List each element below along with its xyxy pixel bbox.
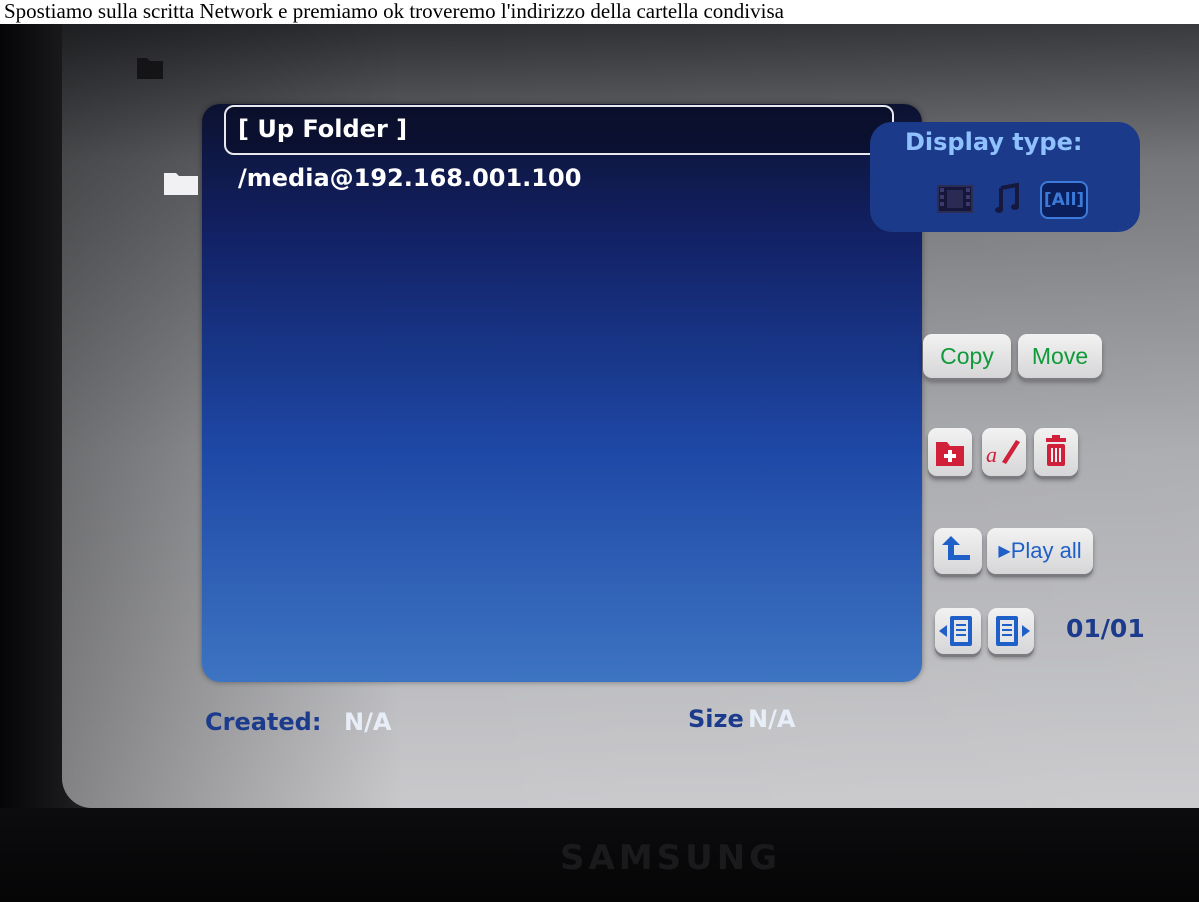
brand-logo: SAMSUNG xyxy=(560,838,782,878)
caption-text: Spostiamo sulla scritta Network e premia… xyxy=(0,0,1199,24)
up-folder-row[interactable]: [ Up Folder ] xyxy=(224,105,894,155)
prev-page-icon xyxy=(939,616,972,646)
new-folder-icon xyxy=(936,442,964,466)
all-filter-button[interactable]: [All] xyxy=(1040,181,1088,219)
rename-icon: a xyxy=(986,440,1020,467)
network-share-item[interactable]: /media@192.168.001.100 xyxy=(238,164,581,192)
size-value: N/A xyxy=(748,705,796,733)
rename-button[interactable]: a xyxy=(982,428,1026,476)
play-all-label: Play all xyxy=(1010,538,1082,563)
next-page-button[interactable] xyxy=(988,608,1034,654)
music-note-icon[interactable] xyxy=(995,182,1019,216)
play-icon: ▶ xyxy=(998,543,1011,560)
up-folder-label: [ Up Folder ] xyxy=(238,115,408,143)
size-label: Size xyxy=(688,705,744,733)
svg-text:a: a xyxy=(986,442,997,467)
play-all-button[interactable]: ▶Play all xyxy=(987,528,1093,574)
created-value: N/A xyxy=(344,708,392,736)
prev-page-button[interactable] xyxy=(935,608,981,654)
delete-button[interactable] xyxy=(1034,428,1078,476)
up-arrow-icon xyxy=(942,536,970,560)
folder-icon xyxy=(163,167,199,197)
display-type-title: Display type: xyxy=(905,128,1083,156)
created-label: Created: xyxy=(205,708,322,736)
folder-icon xyxy=(135,52,165,82)
parent-folder-button[interactable] xyxy=(934,528,982,574)
move-button[interactable]: Move xyxy=(1018,334,1102,378)
page-counter: 01/01 xyxy=(1066,614,1145,643)
copy-button[interactable]: Copy xyxy=(923,334,1011,378)
delete-icon xyxy=(1046,435,1066,466)
film-icon[interactable] xyxy=(936,182,974,216)
new-folder-button[interactable] xyxy=(928,428,972,476)
next-page-icon xyxy=(996,616,1030,646)
